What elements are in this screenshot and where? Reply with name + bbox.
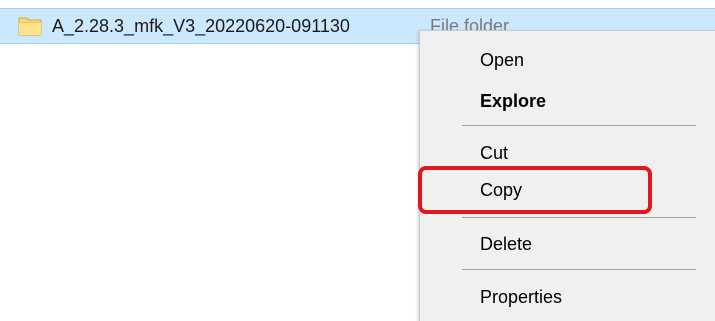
menu-separator	[462, 217, 696, 218]
menu-item-explore[interactable]: Explore	[420, 83, 715, 119]
file-name: A_2.28.3_mfk_V3_20220620-091130	[52, 16, 350, 36]
menu-item-properties[interactable]: Properties	[420, 279, 715, 315]
copy-highlight-annotation	[418, 166, 652, 214]
menu-separator	[462, 269, 696, 270]
explorer-window: A_2.28.3_mfk_V3_20220620-091130 File fol…	[0, 0, 715, 321]
menu-item-delete[interactable]: Delete	[420, 226, 715, 262]
menu-item-open[interactable]: Open	[420, 42, 715, 78]
menu-separator	[462, 125, 696, 126]
folder-icon	[18, 14, 42, 38]
